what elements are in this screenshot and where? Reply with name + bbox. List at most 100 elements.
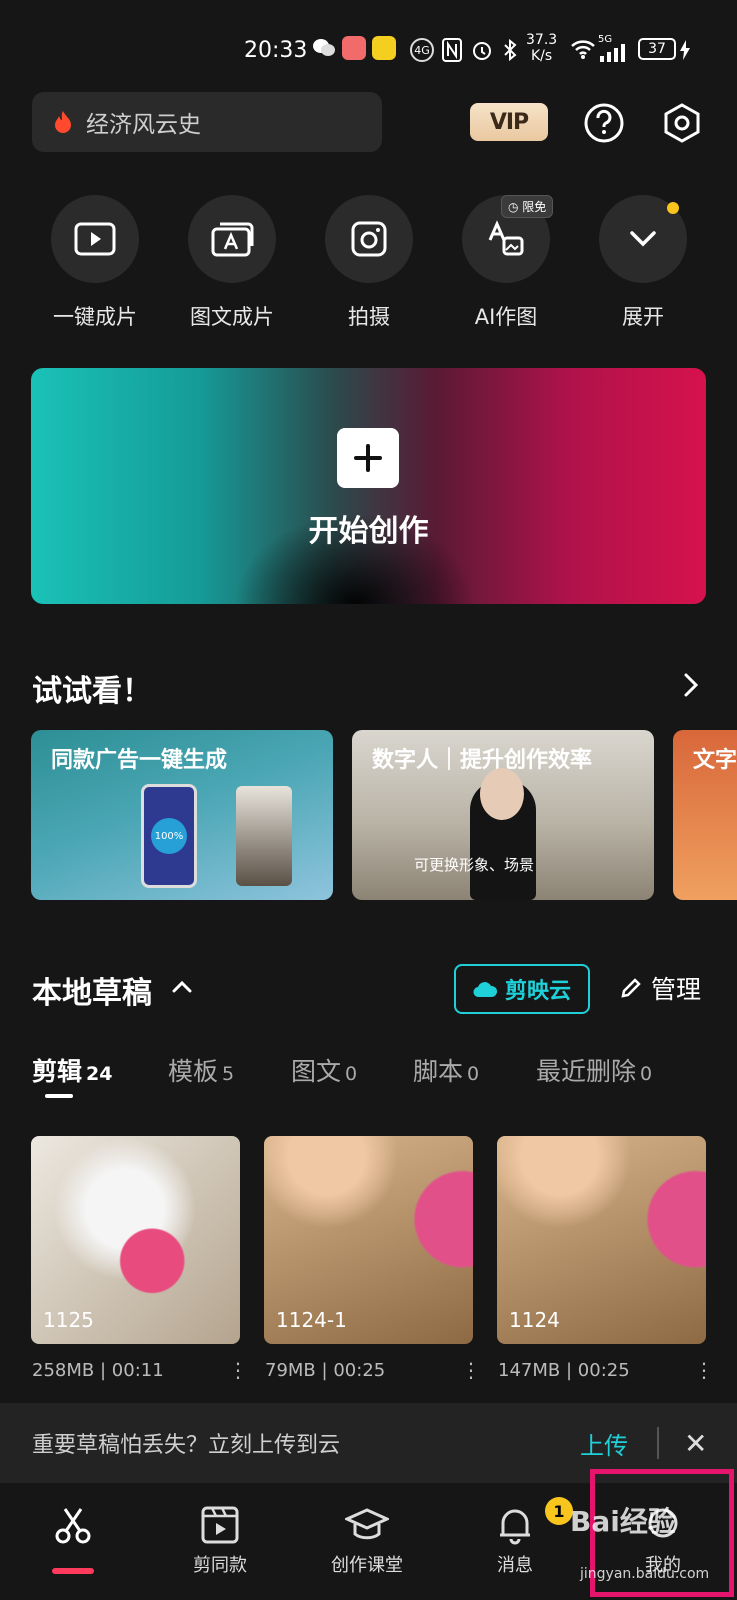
search-bar[interactable]: 经济风云史 [32,92,382,152]
nfc-icon [442,38,462,62]
flame-icon [55,111,71,133]
quick-action-label: 展开 [622,305,664,329]
app-notification-icon [342,36,366,60]
scissors-icon [55,1508,91,1544]
graduation-cap-icon [345,1508,389,1540]
manage-button[interactable]: 管理 [619,970,701,1006]
speed-value: 37.3 [526,32,558,48]
nav-label: 剪同款 [193,1555,247,1576]
vip-button[interactable]: VIP [470,103,548,141]
bell-icon [500,1509,530,1545]
nav-label: 消息 [497,1555,533,1576]
cloud-icon [473,982,497,998]
battery-indicator: 37 [638,38,676,60]
edit-icon [621,978,641,998]
chevron-right-icon[interactable] [683,672,699,698]
tab-count: 0 [345,1063,358,1085]
wifi-icon [571,40,595,59]
try-card-title: 数字人｜提升创作效率 [372,748,593,773]
tab-count: 0 [640,1063,653,1085]
try-card-subtitle: 可更换形象、场景 [414,856,535,874]
draft-meta: 147MB | 00:25 [498,1360,630,1381]
chevron-down-icon [630,231,656,247]
draft-size: 147MB [498,1360,561,1381]
phone-mockup: 100% [141,784,197,888]
tab-label: 剪辑 [32,1057,83,1086]
tab-count: 24 [86,1063,113,1085]
draft-more-icon[interactable]: ⋮ [228,1358,248,1382]
nav-item-edit[interactable] [18,1505,128,1551]
section-title-try: 试试看！ [32,674,152,709]
status-icons [312,36,396,60]
draft-thumbnail[interactable]: 1124-1 [264,1136,473,1344]
meta-separator: | [565,1360,573,1381]
draft-size: 79MB [265,1360,316,1381]
tab-active-indicator [45,1094,73,1098]
watermark-logo: Bai经验 [570,1505,676,1538]
upload-button[interactable]: 上传 [580,1426,628,1461]
draft-more-icon[interactable]: ⋮ [694,1358,714,1382]
meta-separator: | [321,1360,328,1381]
help-icon[interactable] [583,102,625,144]
tab-edit[interactable]: 剪辑 24 [32,1052,112,1088]
status-bar: 20:33 4G 37.3 K/s 5G 37 [0,32,737,72]
quick-action-label: AI作图 [474,305,538,329]
text-card-icon [211,222,254,257]
quick-action-expand[interactable]: 展开 [599,195,687,331]
nav-item-course[interactable]: 创作课堂 [312,1505,422,1577]
product-mockup [236,786,292,886]
nav-active-indicator [52,1568,94,1574]
quick-action-text-to-video[interactable]: 图文成片 [188,195,276,331]
play-icon [74,222,116,256]
quick-action-shoot[interactable]: 拍摄 [325,195,413,331]
draft-name: 1125 [43,1308,94,1332]
tab-label: 最近删除 [536,1057,637,1086]
draft-thumbnail[interactable]: 1125 [31,1136,240,1344]
draft-thumbnail[interactable]: 1124 [497,1136,706,1344]
signal-icon [600,44,625,62]
section-title-drafts: 本地草稿 [32,976,152,1011]
system-icons: 4G [410,38,518,62]
template-icon [201,1506,239,1544]
close-icon[interactable]: ✕ [684,1427,707,1460]
tab-template[interactable]: 模板 5 [168,1052,234,1088]
camera-icon [351,221,387,257]
watermark-url: jingyan.baidu.com [580,1566,710,1582]
speed-unit: K/s [530,48,553,64]
settings-icon[interactable] [661,102,703,144]
draft-duration: 00:25 [333,1360,386,1381]
bluetooth-icon [504,38,517,62]
draft-size: 258MB [32,1360,95,1381]
meta-separator: | [99,1360,107,1381]
tab-recently-deleted[interactable]: 最近删除 0 [536,1052,652,1088]
limit-badge-text: 限免 [522,200,547,214]
draft-name: 1124-1 [276,1308,347,1332]
banner-divider [657,1427,659,1459]
draft-name: 1124 [509,1308,560,1332]
plus-icon[interactable] [337,428,399,488]
hd-icon: 4G [410,38,434,62]
new-indicator-dot [667,202,679,214]
quick-action-one-click[interactable]: 一键成片 [51,195,139,331]
plus-glyph-icon [354,444,382,472]
tab-image-text[interactable]: 图文 0 [291,1052,357,1088]
cloud-button[interactable]: 剪映云 [454,964,590,1014]
try-card-ad[interactable]: 同款广告一键生成 100% [31,730,333,900]
message-badge: 1 [545,1497,573,1525]
tab-label: 模板 [168,1057,219,1086]
status-time: 20:33 [244,38,308,63]
draft-meta: 258MB | 00:11 [32,1360,164,1381]
charging-icon [680,40,690,60]
try-card-digital-human[interactable]: 数字人｜提升创作效率 可更换形象、场景 [352,730,654,900]
cloud-label: 剪映云 [504,979,571,1004]
chevron-up-icon[interactable] [172,980,192,994]
try-card-title: 文字 [693,748,737,773]
tab-script[interactable]: 脚本 0 [413,1052,479,1088]
network-speed: 37.3 K/s [526,32,557,64]
draft-more-icon[interactable]: ⋮ [461,1358,481,1382]
quick-action-label: 拍摄 [348,305,390,329]
try-card-text[interactable]: 文字 [673,730,737,900]
nav-item-template[interactable]: 剪同款 [165,1505,275,1577]
upload-banner-text: 重要草稿怕丢失？立刻上传到云 [32,1433,341,1458]
alarm-icon [473,42,491,60]
